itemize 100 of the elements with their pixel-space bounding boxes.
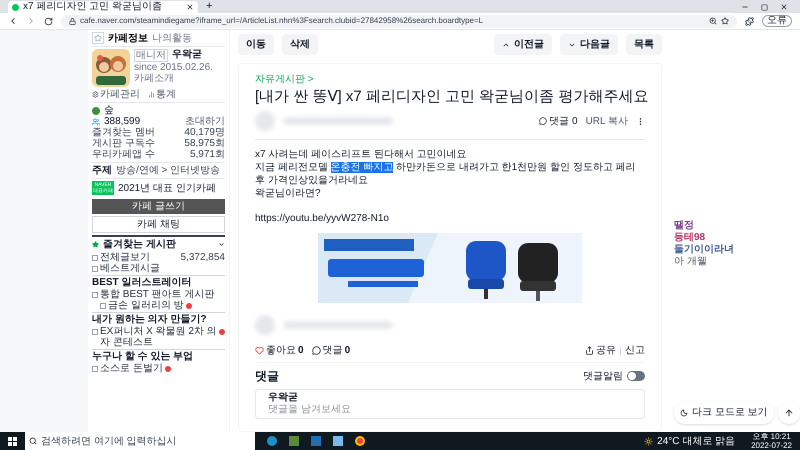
like-button[interactable]: 좋아요 0: [255, 343, 304, 358]
award-text: 2021년 대표 인기카페: [118, 182, 216, 194]
tab-title: x7 페리디자인 고민 왁굳님이좀: [23, 2, 162, 12]
alert-toggle[interactable]: [627, 371, 645, 381]
dark-mode-button[interactable]: 다크 모드로 보기: [674, 402, 774, 424]
comment-box[interactable]: 우왁굳 댓글을 남겨보세요: [255, 389, 645, 419]
nav-button[interactable]: 다음글: [560, 34, 618, 55]
stat-label: 우리카페앱 수: [92, 149, 155, 160]
chat-username: 등테98: [674, 232, 706, 244]
board-link[interactable]: 전체글보기: [100, 252, 150, 263]
weather-icon: [644, 436, 654, 446]
cafe-level: 숲: [104, 105, 114, 116]
heart-icon: [255, 346, 264, 355]
favorite-button[interactable]: [92, 32, 104, 44]
toolbar-button[interactable]: 이동: [238, 34, 274, 55]
topic-value: 방송/연예 > 인터넷방송: [116, 165, 220, 176]
weather-text: 24°C 대체로 맑음: [657, 434, 736, 448]
favicon-icon: [12, 4, 19, 10]
caret-icon[interactable]: [218, 241, 225, 248]
tree-icon: [92, 106, 100, 114]
star-icon: [92, 241, 99, 248]
since-date: since 2015.02.26.: [134, 62, 213, 73]
maximize-icon[interactable]: [761, 4, 768, 10]
arrow-up-icon: [784, 408, 794, 418]
url-copy-link[interactable]: URL 복사: [586, 114, 628, 128]
article-text: x7 사려는데 페이스리프트 된다해서 고민이네요: [255, 148, 468, 161]
share-icon: [585, 346, 594, 355]
nav-button[interactable]: 목록: [626, 34, 662, 55]
new-tab-button[interactable]: +: [198, 1, 220, 13]
member-count: 388,599: [104, 116, 140, 127]
invite-link[interactable]: 초대하기: [185, 116, 225, 127]
profile-button[interactable]: 오류: [762, 15, 792, 27]
members-icon: [92, 118, 100, 126]
avatar-placeholder: [255, 111, 275, 131]
comment-input[interactable]: 댓글을 남겨보세요: [268, 404, 632, 416]
bookmark-icon[interactable]: [721, 17, 729, 25]
comment-icon: [312, 346, 321, 355]
article-text: 지금 페리전모델 온충전 빠지고 하만카돈으로 내려가고 한1천만원 할인 정도하고 페리후 가격인상있을거라네요: [255, 161, 637, 187]
zoom-icon[interactable]: [709, 17, 717, 25]
board-link[interactable]: EX퍼니처 X 왁물원 2차 의자 콘테스트: [100, 326, 217, 348]
moon-icon: [680, 409, 688, 417]
close-icon[interactable]: [780, 3, 788, 11]
windows-icon[interactable]: [8, 436, 17, 446]
comment-count[interactable]: 댓글 0: [539, 114, 578, 128]
share-button[interactable]: 공유: [585, 343, 616, 358]
board-icon: [92, 366, 98, 372]
board-link[interactable]: 통합 BEST 팬아트 게시판: [100, 289, 214, 300]
search-icon: [29, 437, 37, 445]
board-count: 5,372,854: [180, 252, 225, 263]
stat-value: 58,975회: [184, 138, 225, 149]
admin-link[interactable]: 카페관리: [92, 89, 140, 100]
comment-icon: [539, 117, 548, 125]
board-group-title: BEST 일러스트레이터: [92, 275, 225, 289]
manager-badge: 매니저: [134, 49, 168, 62]
chat-username: 땔정: [674, 220, 695, 232]
stat-value: 40,179명: [184, 127, 225, 138]
scroll-top-button[interactable]: [778, 402, 800, 424]
gear-icon: [92, 91, 99, 98]
article-title: [내가 싼 똥ᐯ] x7 페리디자인 고민 왁굳님이좀 평가해주세요: [255, 87, 645, 107]
admin-link[interactable]: 통계: [148, 89, 176, 100]
clock-time: 오후 10:21: [752, 432, 791, 441]
search-bar[interactable]: 검색하려면 여기에 입력하십시: [25, 432, 255, 450]
chat-message: 아 개웰: [674, 256, 708, 268]
lock-icon: [69, 18, 76, 24]
chat-button[interactable]: 카페 채팅: [92, 216, 225, 233]
search-field[interactable]: 검색하려면 여기에 입력하십시: [41, 434, 251, 448]
clock-date: 2022-07-22: [751, 441, 792, 450]
write-button[interactable]: 카페 글쓰기: [92, 199, 225, 214]
board-icon: [92, 329, 98, 335]
stat-value: 5,971회: [190, 149, 225, 160]
extensions-icon[interactable]: [745, 16, 754, 26]
favorites-title: 즐겨찾는 게시판: [103, 239, 176, 250]
avatar-placeholder: [255, 315, 275, 335]
chat-username: 둘기이이라녀: [674, 244, 735, 256]
chart-icon: [148, 91, 155, 98]
topic-label: 주제: [92, 165, 112, 176]
comment-alert-label: 댓글알림: [583, 370, 623, 384]
nav-button[interactable]: 이전글: [494, 34, 552, 55]
board-group-title: 누구나 할 수 있는 부업: [92, 349, 225, 363]
address-bar[interactable]: cafe.naver.com/steamindiegame?iframe_url=/ArticleList.nhn%3Fsearch.clubid=27842958%26search.boardtype=L: [61, 14, 737, 28]
article-text: 왁굳님이라면?: [255, 187, 322, 200]
comments-button[interactable]: 댓글 0: [312, 343, 350, 358]
comment-writer: 우왁굳: [268, 392, 299, 404]
toolbar-button[interactable]: 삭제: [282, 34, 318, 55]
video-link[interactable]: https://youtu.be/yyvW278-N1o: [255, 212, 645, 225]
board-link[interactable]: 베스트게시글: [100, 263, 160, 274]
cafe-intro-link[interactable]: 카페소개: [134, 73, 213, 84]
board-link[interactable]: 소스로 돈벌기: [100, 363, 163, 374]
manager-name: 우왁굳: [172, 49, 202, 62]
stat-label: 게시판 구독수: [92, 138, 155, 149]
stat-label: 즐겨찾는 멤버: [92, 127, 155, 138]
sidebar-tab[interactable]: 카페정보: [108, 32, 148, 44]
reload-icon[interactable]: [44, 16, 53, 26]
comments-title: 댓글: [255, 368, 279, 385]
browser-tab[interactable]: x7 페리디자인 고민 왁굳님이좀: [8, 1, 198, 13]
report-link[interactable]: 신고: [625, 343, 645, 358]
close-icon[interactable]: [186, 3, 194, 11]
board-link[interactable]: 금손 일러리의 방: [108, 300, 184, 311]
sidebar-tab[interactable]: 나의활동: [152, 32, 192, 44]
board-group-title: 내가 원하는 의자 만들기?: [92, 312, 225, 326]
